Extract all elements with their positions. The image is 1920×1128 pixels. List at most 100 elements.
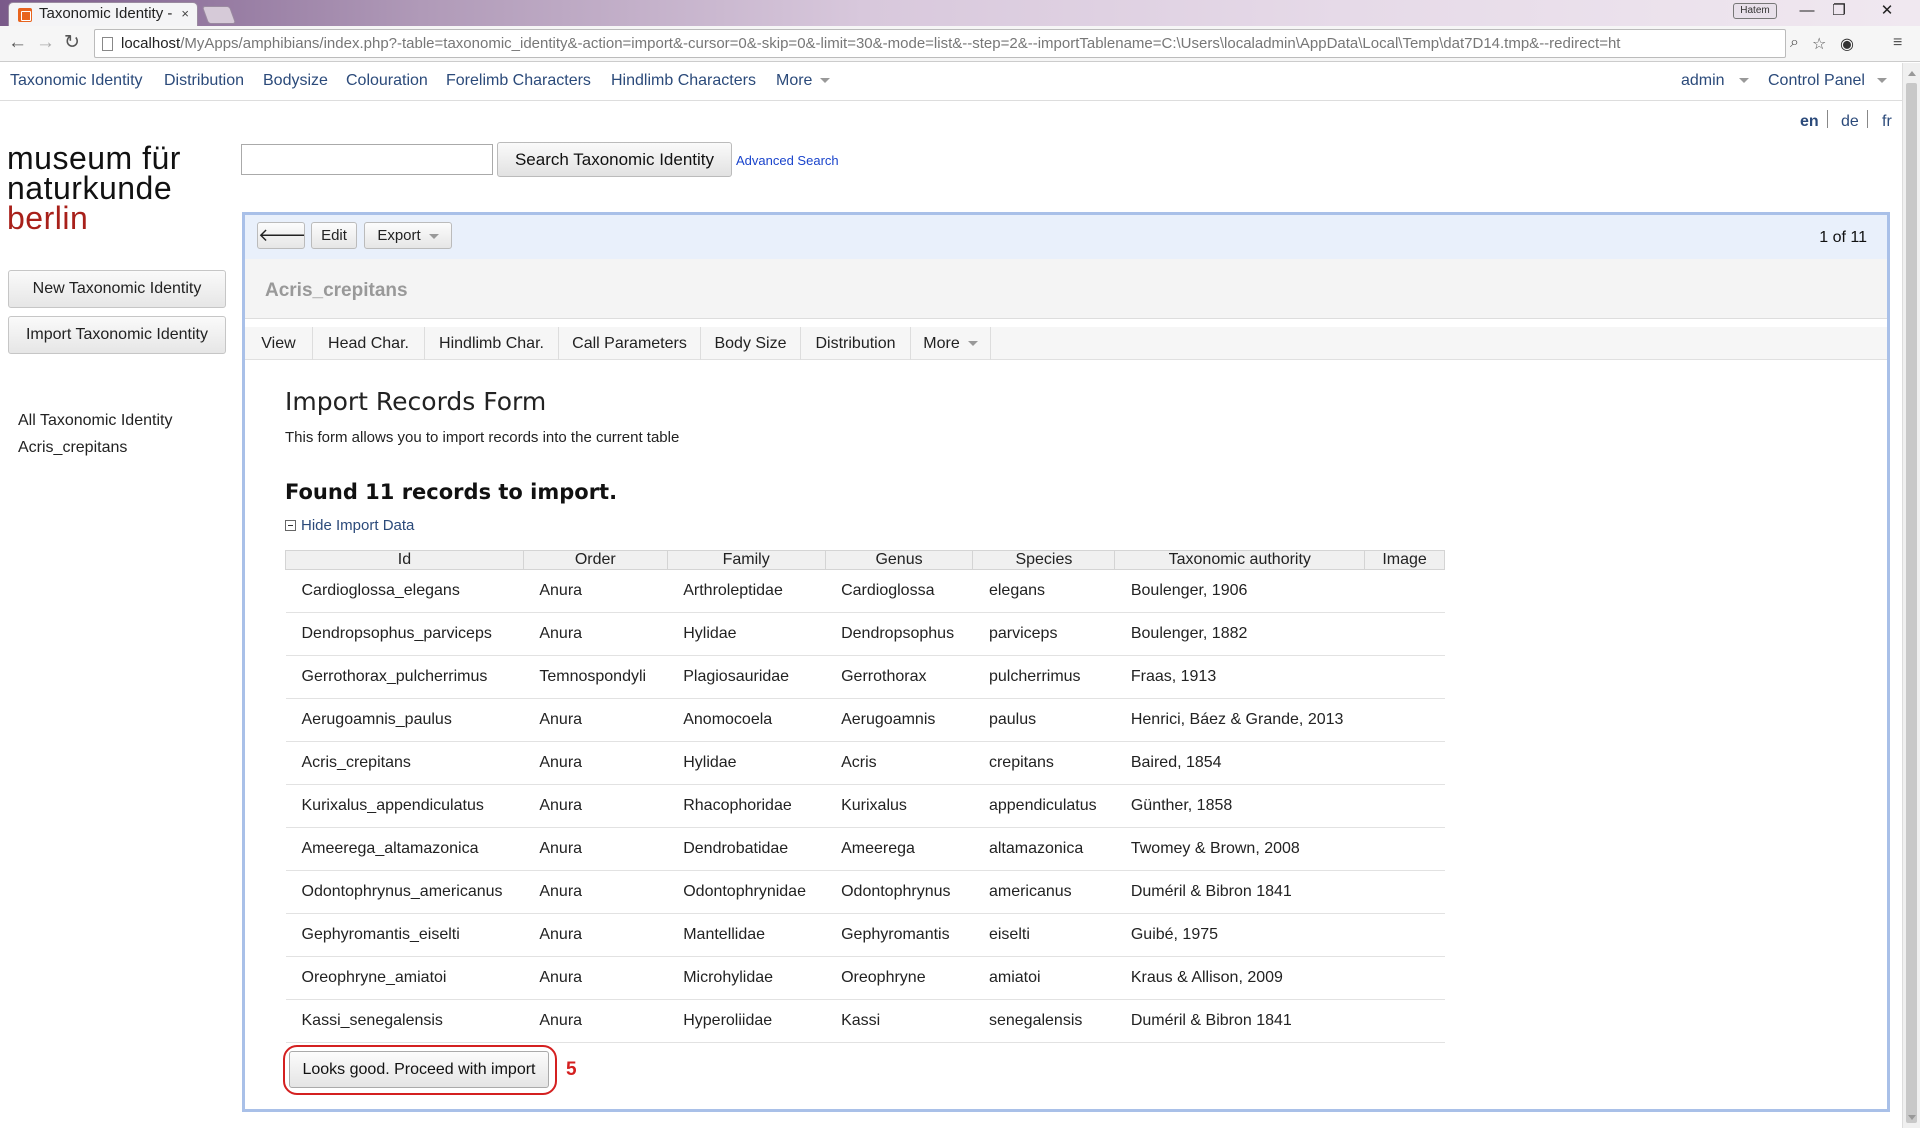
cell-taxonomic-authority: Duméril & Bibron 1841 bbox=[1114, 870, 1365, 914]
forward-icon[interactable]: → bbox=[36, 33, 55, 53]
cell-family: Arthroleptidae bbox=[667, 569, 826, 613]
menu-icon[interactable]: ≡ bbox=[1893, 34, 1902, 52]
cell-genus: Cardioglossa bbox=[825, 569, 973, 613]
profile-badge[interactable]: Hatem bbox=[1733, 3, 1777, 19]
cell-image bbox=[1364, 741, 1445, 785]
export-label: Export bbox=[377, 227, 421, 244]
cell-species: appendiculatus bbox=[972, 784, 1115, 828]
lang-en[interactable]: en bbox=[1800, 113, 1819, 131]
scroll-thumb[interactable] bbox=[1906, 83, 1917, 1123]
edit-button[interactable]: Edit bbox=[311, 222, 357, 249]
cell-species: parviceps bbox=[972, 612, 1115, 656]
menu-more[interactable]: More bbox=[776, 72, 831, 90]
maximize-icon[interactable]: ❐ bbox=[1822, 0, 1856, 22]
zoom-icon[interactable]: ⌕ bbox=[1790, 34, 1799, 52]
cell-species: americanus bbox=[972, 870, 1115, 914]
admin-menu[interactable]: admin bbox=[1681, 72, 1749, 90]
table-row: Acris_crepitans Anura Hylidae Acris crepitan… bbox=[285, 741, 1445, 785]
back-arrow-icon: 🡐 bbox=[258, 225, 307, 245]
back-icon[interactable]: ← bbox=[8, 33, 27, 53]
new-taxonomic-identity-button[interactable]: New Taxonomic Identity bbox=[8, 270, 226, 308]
menu-item-colouration[interactable]: Colouration bbox=[346, 72, 428, 90]
table-row: Oreophryne_amiatoi Anura Microhylidae Oreop… bbox=[285, 956, 1445, 1000]
column-header-taxonomic-authority[interactable]: Taxonomic authority bbox=[1114, 550, 1366, 570]
cell-family: Hylidae bbox=[667, 741, 826, 785]
column-header-species[interactable]: Species bbox=[972, 550, 1116, 570]
search-input[interactable] bbox=[241, 144, 493, 175]
column-header-genus[interactable]: Genus bbox=[824, 550, 974, 570]
minimize-icon[interactable]: — bbox=[1790, 0, 1824, 22]
tab-head-char[interactable]: Head Char. bbox=[313, 327, 425, 360]
record-pager: 1 of 11 bbox=[1819, 229, 1867, 246]
advanced-search-link[interactable]: Advanced Search bbox=[736, 153, 839, 168]
cell-genus: Dendropsophus bbox=[825, 612, 973, 656]
cell-id: Oreophryne_amiatoi bbox=[285, 956, 524, 1000]
star-icon[interactable]: ☆ bbox=[1812, 34, 1826, 54]
cell-species: amiatoi bbox=[972, 956, 1115, 1000]
cell-order: Anura bbox=[523, 956, 668, 1000]
cell-order: Anura bbox=[523, 913, 668, 957]
address-bar[interactable]: localhost/MyApps/amphibians/index.php?-t… bbox=[94, 29, 1786, 58]
menu-item-taxonomic-identity[interactable]: Taxonomic Identity bbox=[10, 72, 143, 90]
cell-order: Anura bbox=[523, 698, 668, 742]
browser-tab[interactable]: Taxonomic Identity - × bbox=[8, 2, 198, 26]
cell-genus: Kassi bbox=[825, 999, 973, 1043]
export-button[interactable]: Export bbox=[364, 222, 452, 249]
cell-order: Anura bbox=[523, 827, 668, 871]
tab-hindlimb-char[interactable]: Hindlimb Char. bbox=[425, 327, 559, 360]
cell-id: Dendropsophus_parviceps bbox=[285, 612, 524, 656]
table-row: Gephyromantis_eiselti Anura Mantellidae Gep… bbox=[285, 913, 1445, 957]
search-button[interactable]: Search Taxonomic Identity bbox=[497, 142, 732, 177]
all-records-link[interactable]: All Taxonomic Identity bbox=[18, 412, 172, 430]
scroll-up-icon[interactable] bbox=[1908, 71, 1916, 76]
recent-record-link[interactable]: Acris_crepitans bbox=[18, 439, 127, 457]
cell-taxonomic-authority: Günther, 1858 bbox=[1114, 784, 1365, 828]
back-to-list-button[interactable]: 🡐 bbox=[257, 222, 307, 249]
lang-fr[interactable]: fr bbox=[1882, 113, 1892, 131]
tab-call-parameters[interactable]: Call Parameters bbox=[559, 327, 701, 360]
museum-logo[interactable]: museum für naturkunde berlin bbox=[7, 142, 181, 234]
reload-icon[interactable]: ↻ bbox=[64, 33, 80, 53]
tab-view[interactable]: View bbox=[245, 327, 313, 360]
cell-genus: Aerugoamnis bbox=[825, 698, 973, 742]
column-header-order[interactable]: Order bbox=[522, 550, 668, 570]
tab-more[interactable]: More bbox=[911, 327, 991, 360]
chevron-down-icon bbox=[428, 233, 439, 239]
cell-image bbox=[1364, 870, 1445, 914]
tab-distribution[interactable]: Distribution bbox=[801, 327, 911, 360]
record-title: Acris_crepitans bbox=[265, 280, 408, 301]
record-toolbar: 🡐 Edit Export 1 of 11 bbox=[245, 215, 1887, 259]
chevron-down-icon bbox=[1738, 78, 1749, 84]
lang-de[interactable]: de bbox=[1841, 113, 1859, 131]
cell-family: Dendrobatidae bbox=[667, 827, 826, 871]
menu-item-forelimb-characters[interactable]: Forelimb Characters bbox=[446, 72, 591, 90]
table-header-row: Id Order Family Genus Species Taxonomic … bbox=[285, 550, 1445, 570]
new-tab-button[interactable] bbox=[201, 6, 237, 24]
cell-id: Aerugoamnis_paulus bbox=[285, 698, 524, 742]
column-header-image[interactable]: Image bbox=[1364, 550, 1445, 570]
tab-more-label: More bbox=[923, 335, 960, 352]
cell-image bbox=[1364, 956, 1445, 1000]
column-header-id[interactable]: Id bbox=[285, 550, 524, 570]
hide-import-data-link[interactable]: Hide Import Data bbox=[285, 517, 414, 534]
menu-item-hindlimb-characters[interactable]: Hindlimb Characters bbox=[611, 72, 756, 90]
cell-family: Microhylidae bbox=[667, 956, 826, 1000]
control-panel-menu[interactable]: Control Panel bbox=[1768, 72, 1887, 90]
tab-close-icon[interactable]: × bbox=[181, 3, 189, 25]
form-description: This form allows you to import records i… bbox=[285, 429, 680, 446]
browser-titlebar: Taxonomic Identity - × Hatem — ❐ ✕ bbox=[0, 0, 1920, 26]
column-header-family[interactable]: Family bbox=[666, 550, 826, 570]
table-row: Aerugoamnis_paulus Anura Anomocoela Aerugoa… bbox=[285, 698, 1445, 742]
page-scrollbar[interactable] bbox=[1902, 63, 1920, 1128]
menu-item-distribution[interactable]: Distribution bbox=[164, 72, 244, 90]
cell-id: Acris_crepitans bbox=[285, 741, 524, 785]
hide-import-data-label: Hide Import Data bbox=[301, 517, 415, 534]
extension-icon[interactable]: ◉ bbox=[1840, 34, 1854, 54]
tab-body-size[interactable]: Body Size bbox=[701, 327, 801, 360]
window-close-icon[interactable]: ✕ bbox=[1870, 0, 1904, 22]
cell-image bbox=[1364, 999, 1445, 1043]
menu-item-bodysize[interactable]: Bodysize bbox=[263, 72, 328, 90]
import-taxonomic-identity-button[interactable]: Import Taxonomic Identity bbox=[8, 316, 226, 354]
scroll-down-icon[interactable] bbox=[1908, 1115, 1916, 1120]
table-row: Dendropsophus_parviceps Anura Hylidae Dendr… bbox=[285, 612, 1445, 656]
